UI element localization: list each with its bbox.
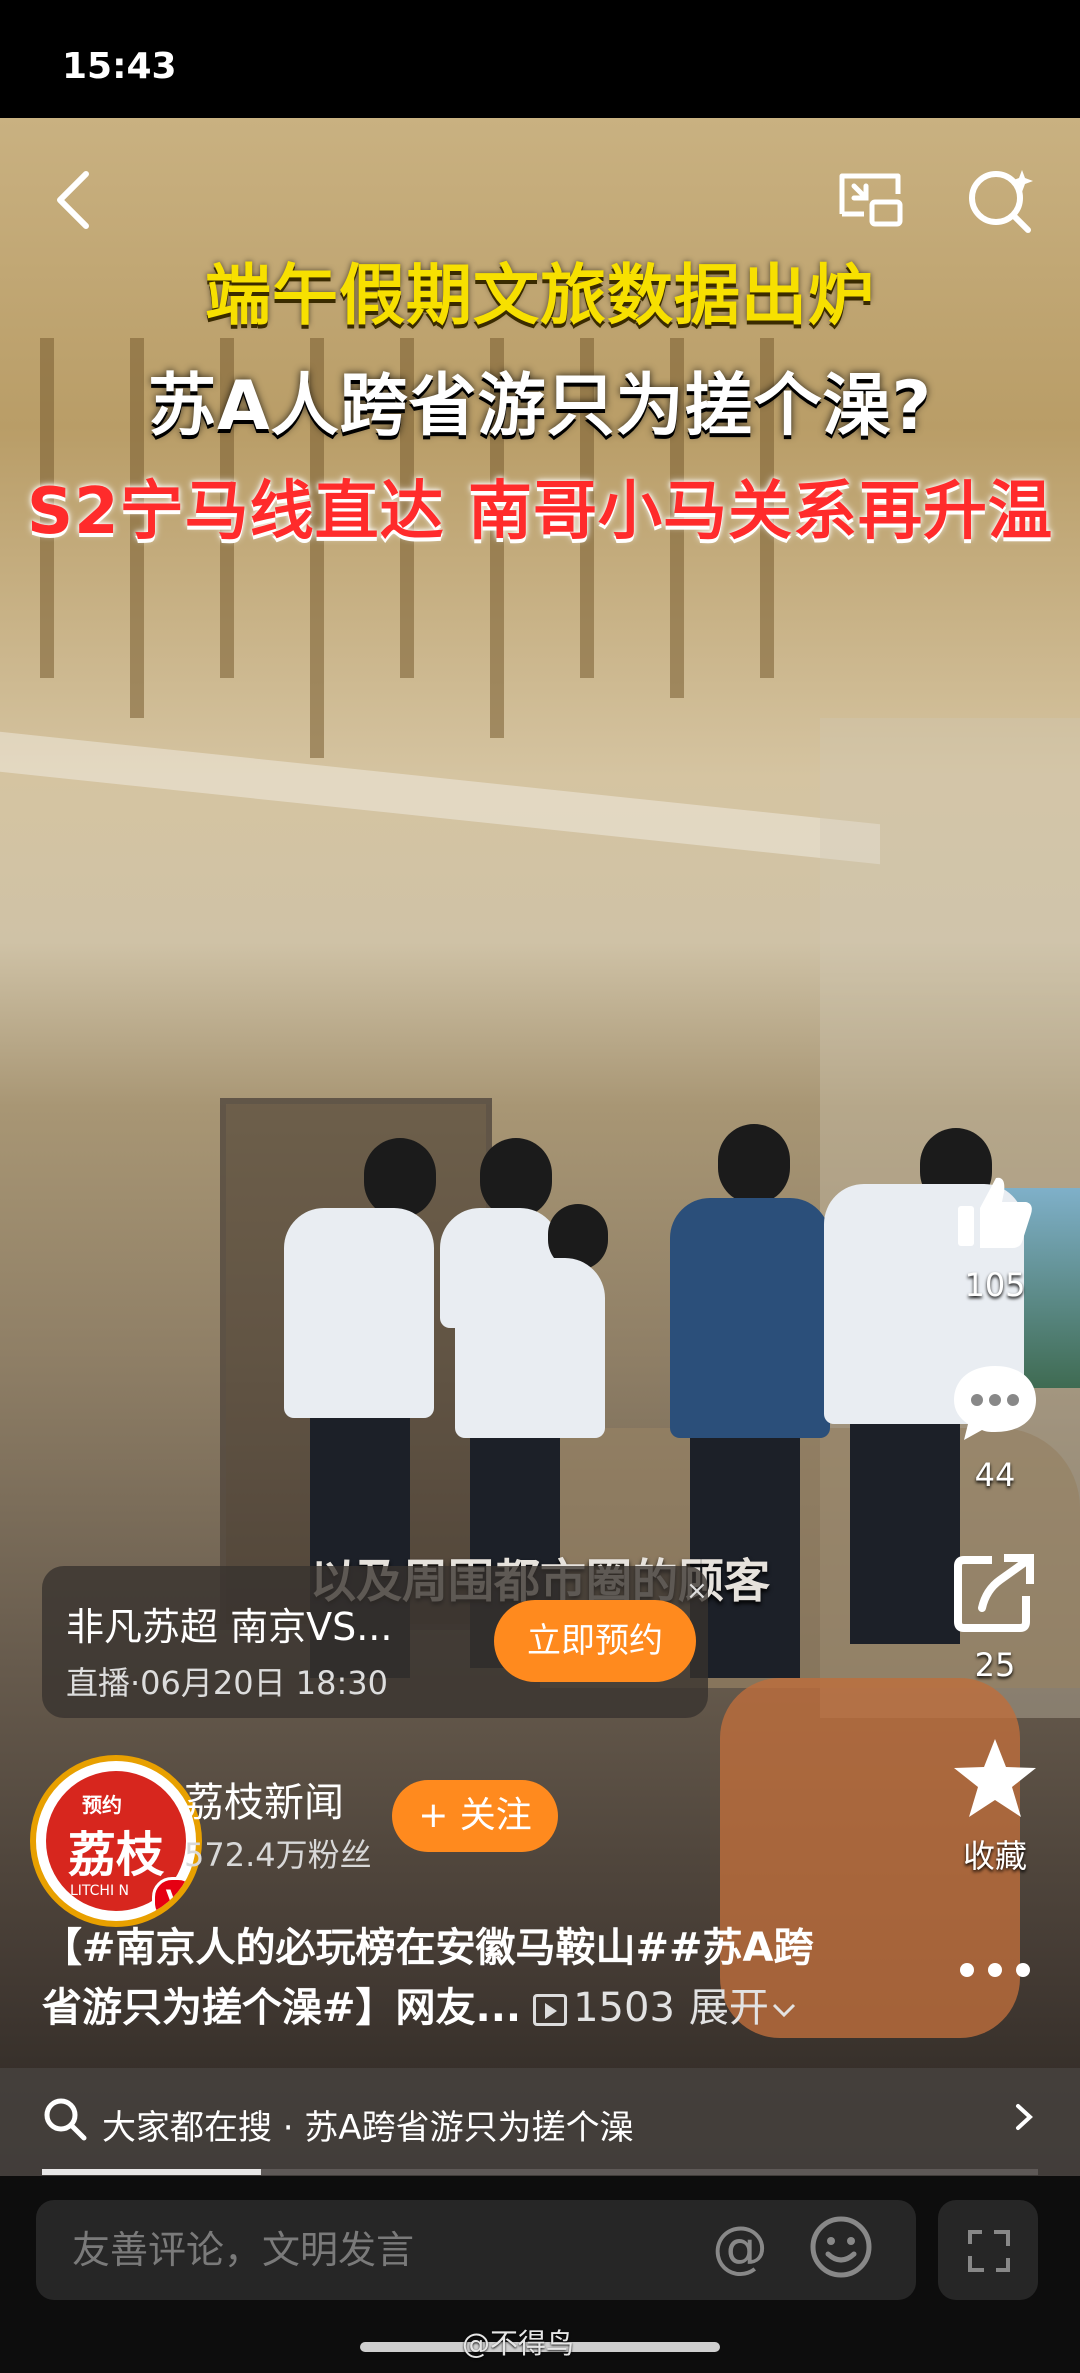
video-progress-fill	[42, 2169, 262, 2175]
follow-button[interactable]: + 关注	[392, 1780, 558, 1852]
expand-label: 展开	[688, 1985, 769, 2031]
person-head	[480, 1138, 552, 1218]
avatar[interactable]: 预约 荔枝 LITCHI N V	[30, 1755, 202, 1927]
emoji-icon[interactable]	[808, 2214, 874, 2280]
comment-button[interactable]: 44	[930, 1360, 1060, 1494]
person	[670, 1198, 830, 1438]
comment-count: 44	[974, 1456, 1016, 1494]
reserve-button[interactable]: 立即预约	[494, 1600, 696, 1682]
comment-input[interactable]	[36, 2200, 916, 2300]
person-head	[364, 1138, 436, 1218]
video-headline-1: 端午假期文旅数据出炉	[205, 257, 875, 334]
live-time: 直播·06月20日 18:30	[66, 1664, 389, 1702]
more-button[interactable]	[930, 1955, 1060, 1989]
live-title: 非凡苏超 南京VS...	[66, 1605, 393, 1649]
favorite-button[interactable]: 收藏	[930, 1735, 1060, 1877]
back-icon[interactable]	[36, 160, 116, 240]
description-line-2[interactable]: 省游只为搓个澡#】网友... 1503 展开	[42, 1975, 799, 2033]
video-headline-3: S2宁马线直达 南哥小马关系再升温	[27, 475, 1053, 549]
watermark-text: @不得鸟	[462, 2327, 575, 2360]
more-dots-icon	[960, 1963, 1030, 1977]
search-icon[interactable]	[960, 160, 1040, 240]
expand-button[interactable]: 展开	[689, 1985, 799, 2031]
related-search-text: 大家都在搜 · 苏A跨省游只为搓个澡	[102, 2108, 634, 2148]
thumbs-up-icon	[958, 1177, 1032, 1248]
avatar-bottom-text: LITCHI N	[70, 1883, 130, 1899]
chevron-right-icon	[1016, 2104, 1033, 2130]
ceiling-band	[0, 731, 880, 865]
account-name[interactable]: 荔枝新闻	[184, 1770, 344, 1828]
video-headline-2: 苏A人跨省游只为搓个澡?	[147, 367, 933, 446]
mention-icon[interactable]: @	[712, 2215, 768, 2280]
search-icon	[44, 2098, 87, 2141]
description-line-1[interactable]: 【#南京人的必玩榜在安徽马鞍山##苏A跨	[42, 1915, 814, 1973]
star-icon	[954, 1739, 1036, 1817]
close-icon[interactable]: ×	[686, 1576, 708, 1606]
share-button[interactable]: 25	[930, 1550, 1060, 1684]
person-head	[718, 1124, 790, 1204]
share-count: 25	[974, 1646, 1016, 1684]
avatar-top-text: 预约	[82, 1793, 122, 1817]
like-count: 105	[964, 1266, 1026, 1304]
share-icon	[954, 1554, 1034, 1632]
picture-in-picture-icon[interactable]	[830, 160, 910, 240]
comment-bubble-icon	[954, 1366, 1036, 1440]
chevron-down-icon	[772, 2003, 795, 2018]
account-fans: 572.4万粉丝	[184, 1836, 372, 1874]
avatar-main-text: 荔枝	[68, 1827, 165, 1883]
expand-icon	[968, 2230, 1010, 2272]
like-button[interactable]: 105	[930, 1170, 1060, 1304]
person	[284, 1208, 434, 1418]
description-text: 省游只为搓个澡#】网友...	[42, 1985, 522, 2031]
play-count-icon	[533, 1994, 568, 2026]
person	[455, 1258, 605, 1438]
status-time: 15:43	[62, 46, 177, 87]
view-count: 1503	[573, 1985, 675, 2031]
favorite-label: 收藏	[962, 1837, 1027, 1875]
